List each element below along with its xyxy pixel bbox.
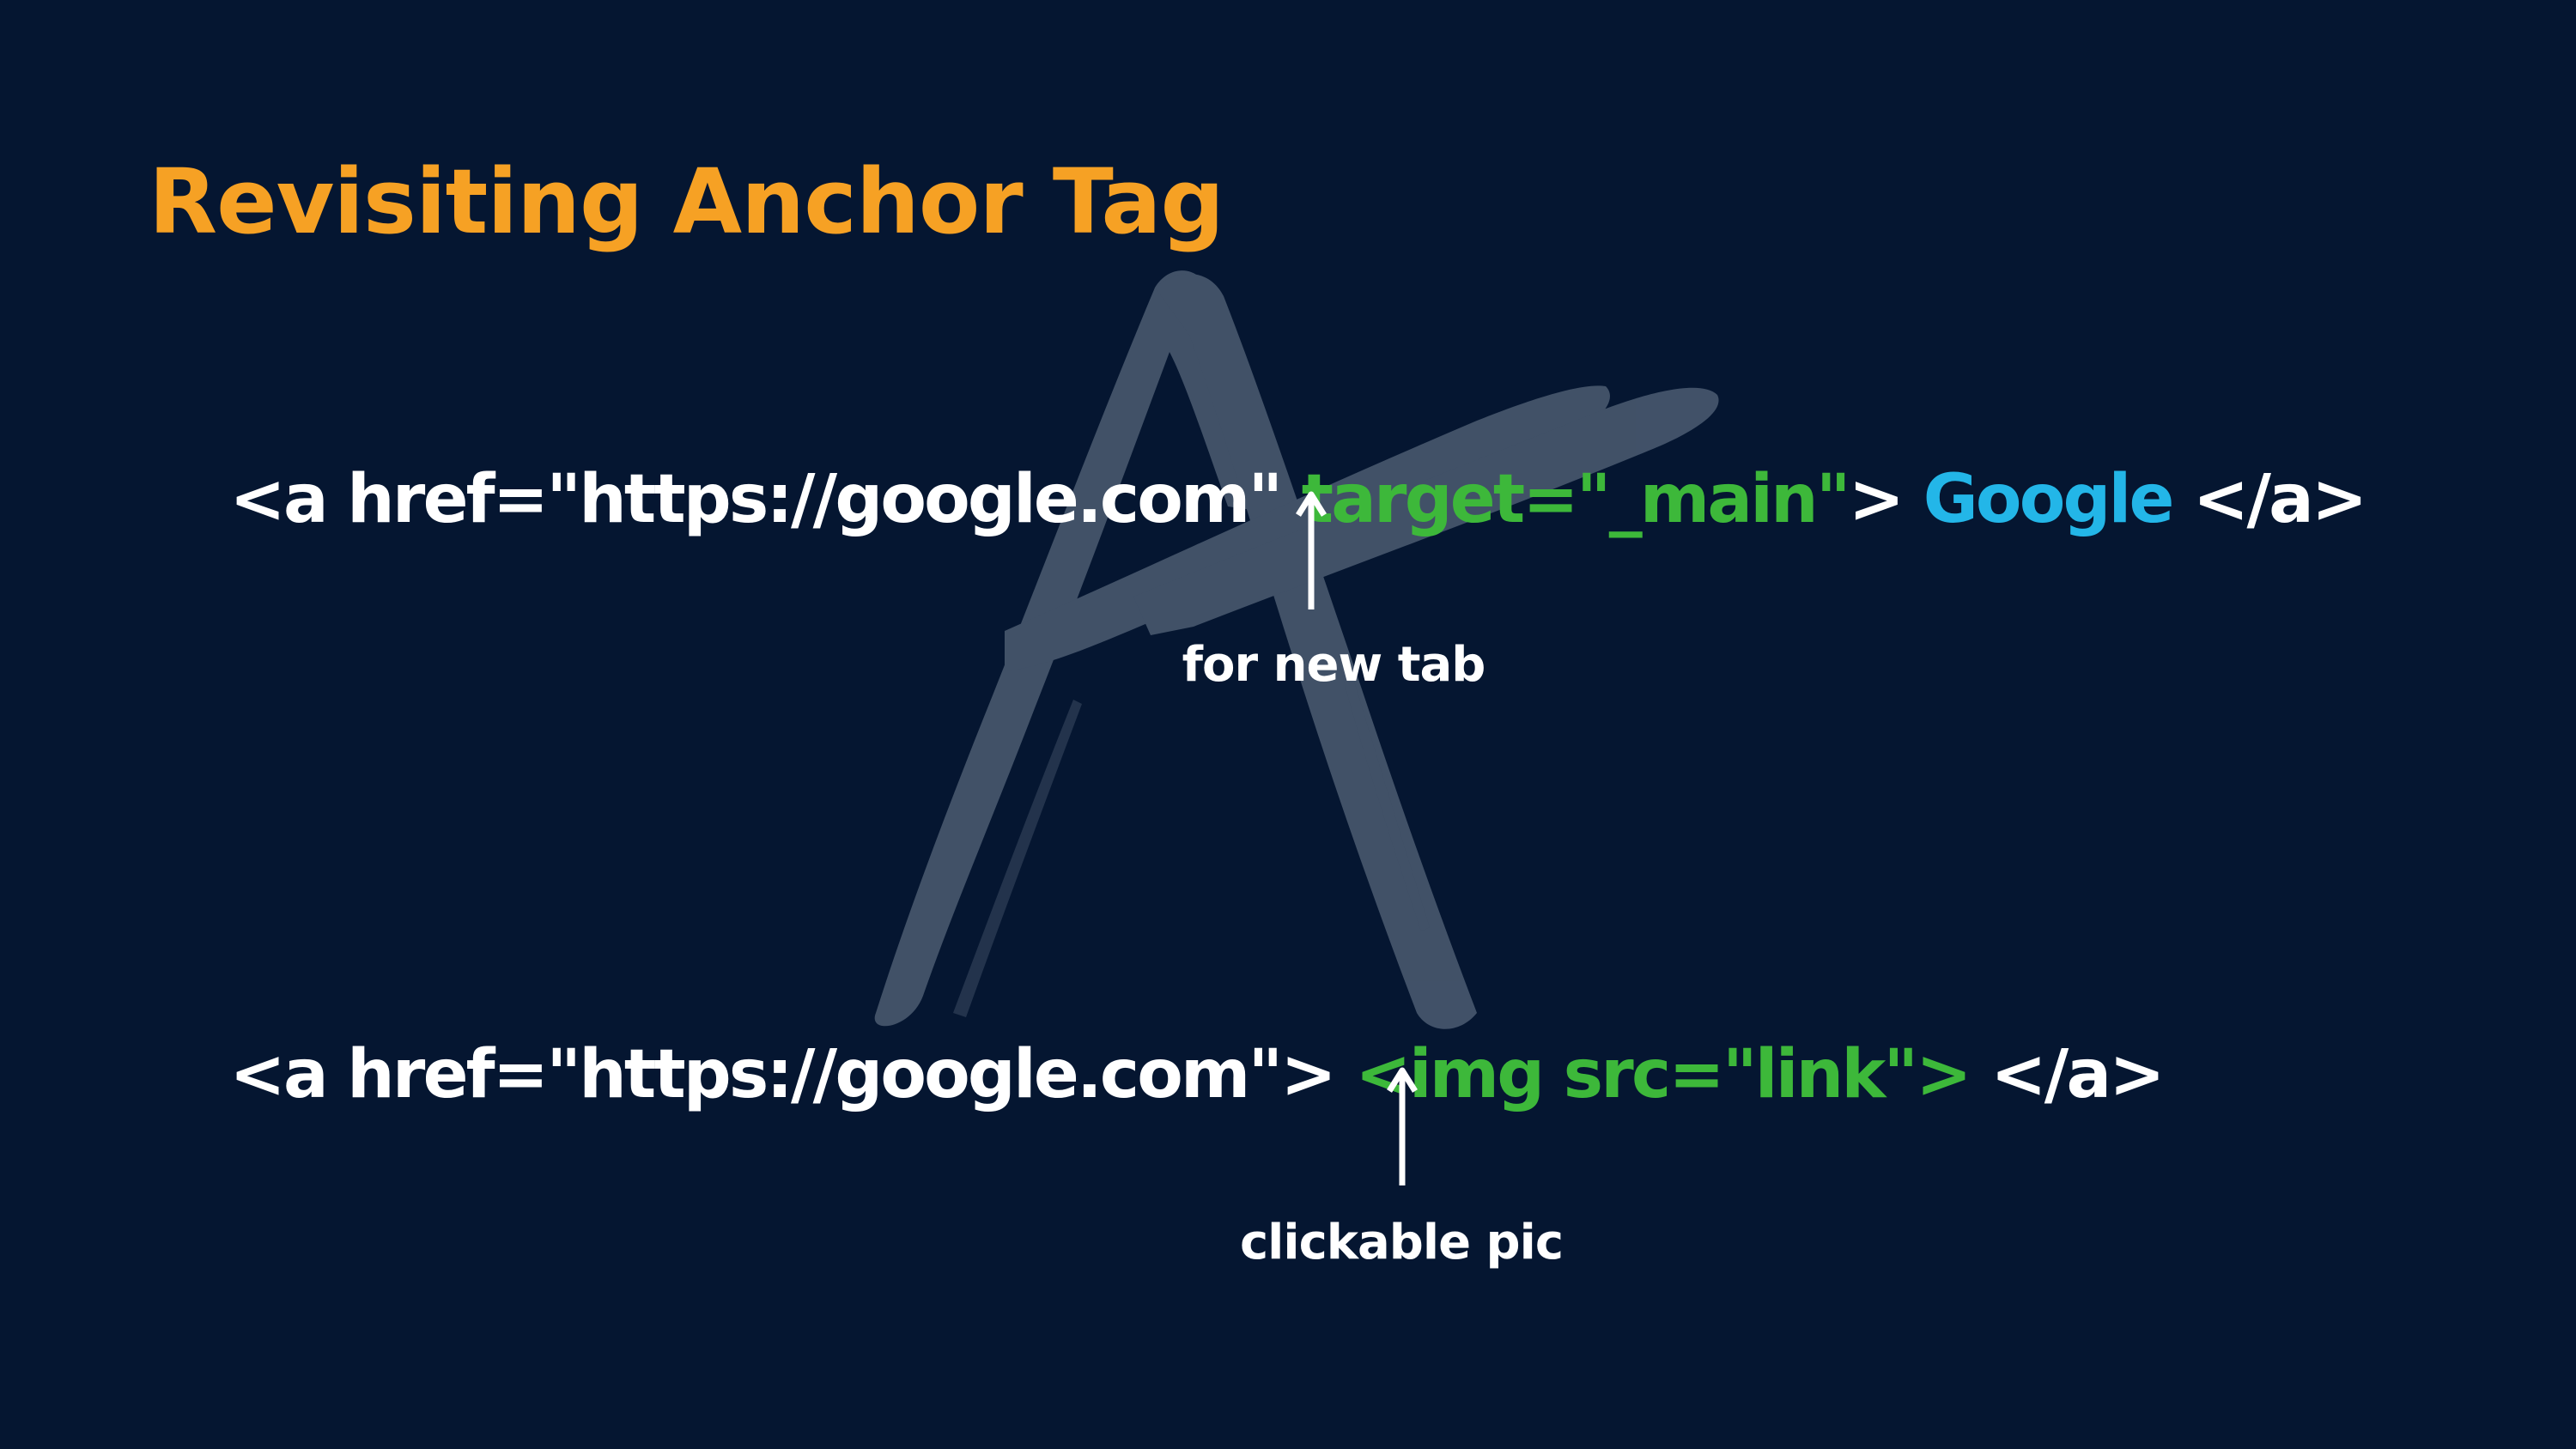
slide-title: Revisiting Anchor Tag [149,149,1224,254]
anchor-open-tag: <a href="https://google.com"> [229,1036,1356,1113]
anchor-image-example: <a href="https://google.com"> <img src="… [146,946,2165,1203]
clickable-pic-annotation: clickable pic [1239,1215,1564,1270]
anchor-closing-tag: </a> [1969,1036,2165,1113]
anchor-open-tag: <a href="https://google.com" [229,461,1302,538]
link-text-google: Google [1923,461,2175,538]
up-arrow-icon [1387,1067,1418,1185]
up-arrow-icon [1296,491,1327,609]
img-tag: <img src="link"> [1355,1036,1971,1113]
target-attribute: target="_main" [1301,461,1851,538]
anchor-new-tab-example: <a href="https://google.com" target="_ma… [146,371,2367,628]
tag-close-bracket: > [1848,461,1923,538]
anchor-closing-tag: </a> [2172,461,2367,538]
new-tab-annotation: for new tab [1182,637,1486,693]
slide: Revisiting Anchor Tag <a href="https://g… [0,0,2576,1449]
